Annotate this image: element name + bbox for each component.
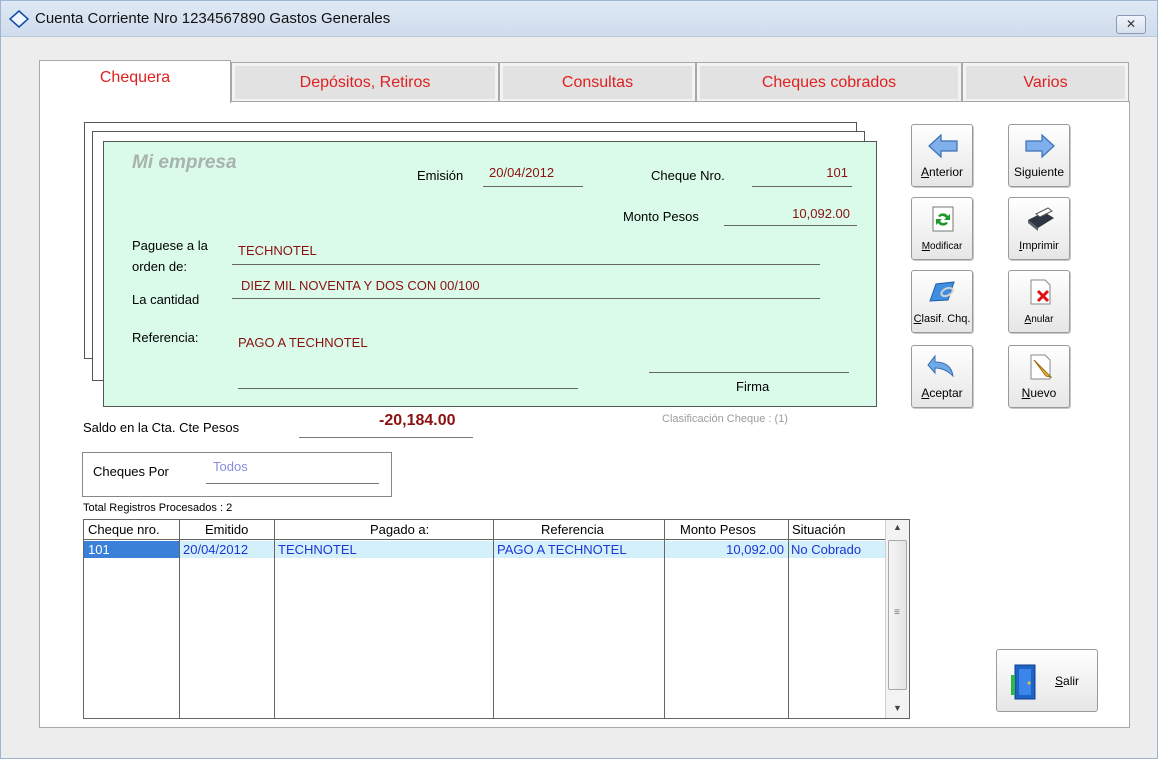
siguiente-button[interactable]: Siguiente [1008,124,1070,187]
cell-pagado-a: TECHNOTEL [278,542,357,557]
cheque-nro-label: Cheque Nro. [651,168,725,183]
clasif-chq-button[interactable]: Clasif. Chq. [911,270,973,333]
total-registros: Total Registros Procesados : 2 [83,502,233,514]
paguese-label: Paguese a la [132,238,208,253]
cell-cheque-nro: 101 [88,542,110,557]
cell-referencia: PAGO A TECHNOTEL [497,542,627,557]
cheques-por-label: Cheques Por [93,464,169,479]
col-referencia[interactable]: Referencia [541,522,604,537]
refresh-icon [932,206,954,232]
cell-emitido: 20/04/2012 [183,542,249,557]
cheque-nro-field[interactable]: 101 [752,165,848,180]
cell-situacion: No Cobrado [791,542,862,557]
cheque-form: Mi empresa Emisión 20/04/2012 Cheque Nro… [103,141,877,407]
salir-button[interactable]: Salir [996,649,1098,712]
col-monto-pesos[interactable]: Monto Pesos [680,522,756,537]
filter-group: Cheques Por Todos [82,452,392,497]
col-situacion[interactable]: Situación [792,522,845,537]
app-diamond-icon [9,10,29,28]
scrollbar-thumb[interactable]: ≡ [888,540,907,690]
anterior-button[interactable]: Anterior [911,124,973,187]
referencia-label: Referencia: [132,330,199,345]
delete-document-icon [1030,279,1051,305]
cheques-por-select[interactable]: Todos [213,459,248,474]
col-cheque-nro[interactable]: Cheque nro. [88,522,160,537]
company-name: Mi empresa [132,152,237,173]
tab-depositos-retiros[interactable]: Depósitos, Retiros [231,62,499,102]
close-button[interactable]: ✕ [1116,15,1146,34]
referencia-field[interactable]: PAGO A TECHNOTEL [238,335,368,350]
tab-varios[interactable]: Varios [962,62,1129,102]
cantidad-field[interactable]: DIEZ MIL NOVENTA Y DOS CON 00/100 [241,278,480,293]
monto-field[interactable]: 10,092.00 [726,206,850,221]
emision-field[interactable]: 20/04/2012 [489,165,554,180]
table-row[interactable]: 101 20/04/2012 TECHNOTEL PAGO A TECHNOTE… [84,541,885,558]
aceptar-button[interactable]: Aceptar [911,345,973,408]
tab-chequera[interactable]: Chequera [39,60,231,103]
nuevo-button[interactable]: Nuevo [1008,345,1070,408]
clasificacion-cheque: Clasificación Cheque : (1) [662,413,788,425]
emision-label: Emisión [417,168,464,183]
printer-icon [1028,207,1054,231]
cheques-table: Cheque nro. Emitido Pagado a: Referencia… [83,519,910,719]
title-bar: Cuenta Corriente Nro 1234567890 Gastos G… [1,1,1157,37]
orden-label: orden de: [132,259,187,274]
app-window: Cuenta Corriente Nro 1234567890 Gastos G… [0,0,1158,759]
scroll-down-icon[interactable]: ▼ [893,703,902,713]
saldo-value: -20,184.00 [379,412,456,429]
paguese-field[interactable]: TECHNOTEL [238,243,317,258]
undo-arrow-icon [927,354,954,378]
scroll-up-icon[interactable]: ▲ [893,522,902,532]
arrow-left-icon [928,133,958,159]
table-scrollbar[interactable]: ▲ ≡ ▼ [885,520,909,718]
window-title: Cuenta Corriente Nro 1234567890 Gastos G… [35,10,391,27]
tab-bar: Chequera Depósitos, Retiros Consultas Ch… [39,60,1129,103]
new-document-icon [1030,354,1053,380]
tab-cheques-cobrados[interactable]: Cheques cobrados [696,62,962,102]
anular-button[interactable]: Anular [1008,270,1070,333]
cantidad-label: La cantidad [132,292,200,307]
monto-label: Monto Pesos [623,209,699,224]
table-header: Cheque nro. Emitido Pagado a: Referencia… [84,520,885,540]
firma-label: Firma [736,379,770,394]
saldo-label: Saldo en la Cta. Cte Pesos [83,420,240,435]
modificar-button[interactable]: Modificar [911,197,973,260]
exit-door-icon [1011,664,1036,700]
folder-clip-icon [929,281,955,302]
cell-monto: 10,092.00 [726,542,784,557]
arrow-right-icon [1025,133,1055,159]
imprimir-button[interactable]: Imprimir [1008,197,1070,260]
col-emitido[interactable]: Emitido [205,522,248,537]
tab-consultas[interactable]: Consultas [499,62,696,102]
col-pagado-a[interactable]: Pagado a: [370,522,429,537]
